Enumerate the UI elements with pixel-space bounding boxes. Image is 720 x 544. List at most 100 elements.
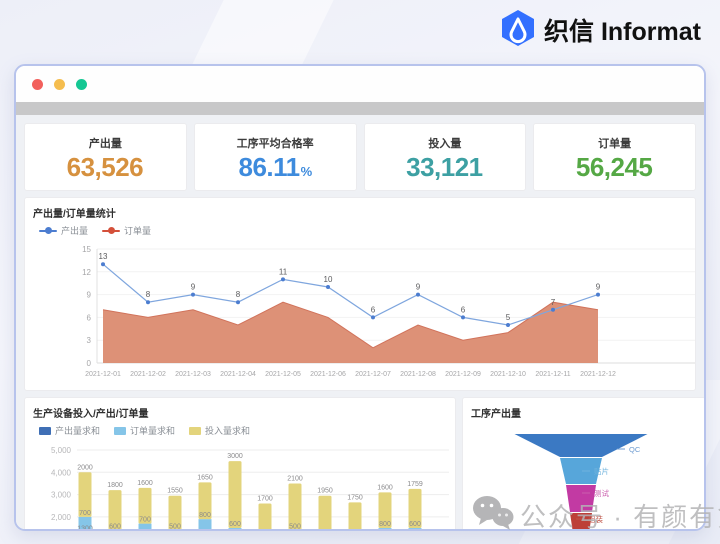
- svg-text:1600: 1600: [377, 484, 393, 491]
- svg-text:8: 8: [236, 290, 241, 299]
- svg-text:3000: 3000: [227, 453, 243, 460]
- svg-text:500: 500: [289, 523, 301, 530]
- svg-text:800: 800: [379, 521, 391, 528]
- svg-text:800: 800: [199, 512, 211, 519]
- kpi-label: 订单量: [598, 135, 631, 151]
- line-series-marker-icon: [102, 230, 120, 232]
- svg-text:9: 9: [596, 283, 601, 292]
- svg-text:2021-12-04: 2021-12-04: [220, 371, 256, 378]
- svg-text:1600: 1600: [137, 480, 153, 487]
- svg-text:3,000: 3,000: [51, 491, 72, 500]
- bar-chart-legend: 产出量求和 订单量求和 投入量求和: [39, 424, 451, 437]
- bar-chart-card: 生产设备投入/产出/订单量 产出量求和 订单量求和 投入量求和 5: [24, 397, 456, 531]
- chart-title: 工序产出量: [471, 405, 701, 420]
- svg-text:7: 7: [551, 298, 556, 307]
- kpi-card-output: 产出量 63,526: [24, 123, 187, 191]
- dashboard-content: 产出量 63,526 工序平均合格率 86.11% 投入量 33,121 订单量…: [16, 115, 704, 531]
- kpi-card-input: 投入量 33,121: [364, 123, 527, 191]
- toolbar-strip: [16, 102, 704, 115]
- svg-text:2021-12-12: 2021-12-12: [580, 371, 616, 378]
- svg-text:6: 6: [371, 305, 376, 314]
- line-chart-legend: 产出量 订单量: [39, 224, 687, 237]
- line-chart-plot: 036912151389811106965792021-12-012021-12…: [33, 237, 704, 389]
- svg-text:600: 600: [109, 523, 121, 530]
- svg-text:1300: 1300: [77, 526, 93, 531]
- series-color-chip-icon: [39, 427, 51, 435]
- kpi-label: 投入量: [428, 135, 461, 151]
- svg-text:15: 15: [82, 245, 91, 254]
- kpi-value: 56,245: [576, 154, 654, 180]
- svg-text:9: 9: [87, 291, 92, 300]
- series-color-chip-icon: [114, 427, 126, 435]
- svg-text:2021-12-09: 2021-12-09: [445, 371, 481, 378]
- brand-name: 织信 Informat: [544, 12, 701, 48]
- svg-text:2021-12-11: 2021-12-11: [535, 371, 570, 378]
- svg-text:4,000: 4,000: [51, 468, 72, 477]
- app-window: 产出量 63,526 工序平均合格率 86.11% 投入量 33,121 订单量…: [14, 64, 706, 531]
- svg-text:600: 600: [229, 521, 241, 528]
- svg-text:2021-12-01: 2021-12-01: [85, 371, 121, 378]
- kpi-label: 产出量: [89, 135, 122, 151]
- svg-text:3: 3: [87, 336, 92, 345]
- svg-text:6: 6: [461, 305, 466, 314]
- bar-chart-plot: 5,000 4,000 3,000 2,000 2000 700 1300 1800 600 16…: [33, 437, 453, 531]
- svg-text:9: 9: [191, 283, 196, 292]
- svg-text:贴片: 贴片: [594, 466, 609, 476]
- kpi-value: 63,526: [67, 154, 145, 180]
- svg-text:2021-12-02: 2021-12-02: [130, 371, 166, 378]
- svg-text:12: 12: [82, 268, 91, 277]
- svg-text:10: 10: [324, 275, 333, 284]
- svg-text:1550: 1550: [167, 488, 183, 495]
- traffic-light-zoom-button[interactable]: [76, 79, 87, 90]
- svg-text:700: 700: [139, 517, 151, 524]
- legend-item-input-sum[interactable]: 投入量求和: [189, 424, 250, 437]
- kpi-card-orders: 订单量 56,245: [533, 123, 696, 191]
- series-color-chip-icon: [189, 427, 201, 435]
- svg-text:13: 13: [99, 252, 108, 261]
- svg-text:8: 8: [146, 290, 151, 299]
- kpi-value: 33,121: [406, 154, 484, 180]
- svg-text:5,000: 5,000: [51, 446, 72, 455]
- legend-item-order-sum[interactable]: 订单量求和: [114, 424, 175, 437]
- legend-item-orders[interactable]: 订单量: [102, 224, 151, 237]
- svg-text:1700: 1700: [257, 496, 273, 503]
- svg-text:2021-12-03: 2021-12-03: [175, 371, 211, 378]
- kpi-label: 工序平均合格率: [237, 135, 314, 151]
- watermark-text: 公众号 · 有颜有货: [520, 497, 720, 534]
- svg-text:1759: 1759: [407, 481, 423, 488]
- svg-text:700: 700: [79, 510, 91, 517]
- svg-text:0: 0: [87, 359, 92, 368]
- line-chart-card: 产出量/订单量统计 产出量 订单量 0369121513898111069657…: [24, 197, 696, 391]
- kpi-row: 产出量 63,526 工序平均合格率 86.11% 投入量 33,121 订单量…: [24, 123, 696, 191]
- svg-text:500: 500: [169, 523, 181, 530]
- traffic-light-minimize-button[interactable]: [54, 79, 65, 90]
- svg-text:2,000: 2,000: [51, 513, 72, 522]
- legend-item-output-sum[interactable]: 产出量求和: [39, 424, 100, 437]
- legend-item-output[interactable]: 产出量: [39, 224, 88, 237]
- chart-title: 生产设备投入/产出/订单量: [33, 405, 451, 420]
- brand-logo: 织信 Informat: [500, 10, 701, 50]
- kpi-card-pass-rate: 工序平均合格率 86.11%: [194, 123, 357, 191]
- wechat-icon: [472, 494, 514, 537]
- svg-text:2000: 2000: [77, 464, 93, 471]
- svg-text:9: 9: [416, 283, 421, 292]
- svg-text:1750: 1750: [347, 494, 363, 501]
- svg-text:11: 11: [279, 267, 288, 276]
- watermark: 公众号 · 有颜有货: [472, 494, 720, 537]
- logo-hexagon-icon: [500, 9, 536, 52]
- svg-text:2021-12-08: 2021-12-08: [400, 371, 436, 378]
- svg-text:2021-12-07: 2021-12-07: [355, 371, 391, 378]
- window-titlebar: [16, 66, 704, 102]
- svg-text:2100: 2100: [287, 475, 303, 482]
- svg-text:6: 6: [87, 313, 92, 322]
- svg-text:600: 600: [409, 521, 421, 528]
- kpi-value: 86.11%: [239, 154, 312, 180]
- svg-text:1650: 1650: [197, 474, 213, 481]
- svg-text:2021-12-05: 2021-12-05: [265, 371, 301, 378]
- svg-text:QC: QC: [629, 445, 641, 454]
- svg-text:1800: 1800: [107, 482, 123, 489]
- svg-text:1950: 1950: [317, 488, 333, 495]
- traffic-light-close-button[interactable]: [32, 79, 43, 90]
- line-series-marker-icon: [39, 230, 57, 232]
- svg-text:2021-12-06: 2021-12-06: [310, 371, 346, 378]
